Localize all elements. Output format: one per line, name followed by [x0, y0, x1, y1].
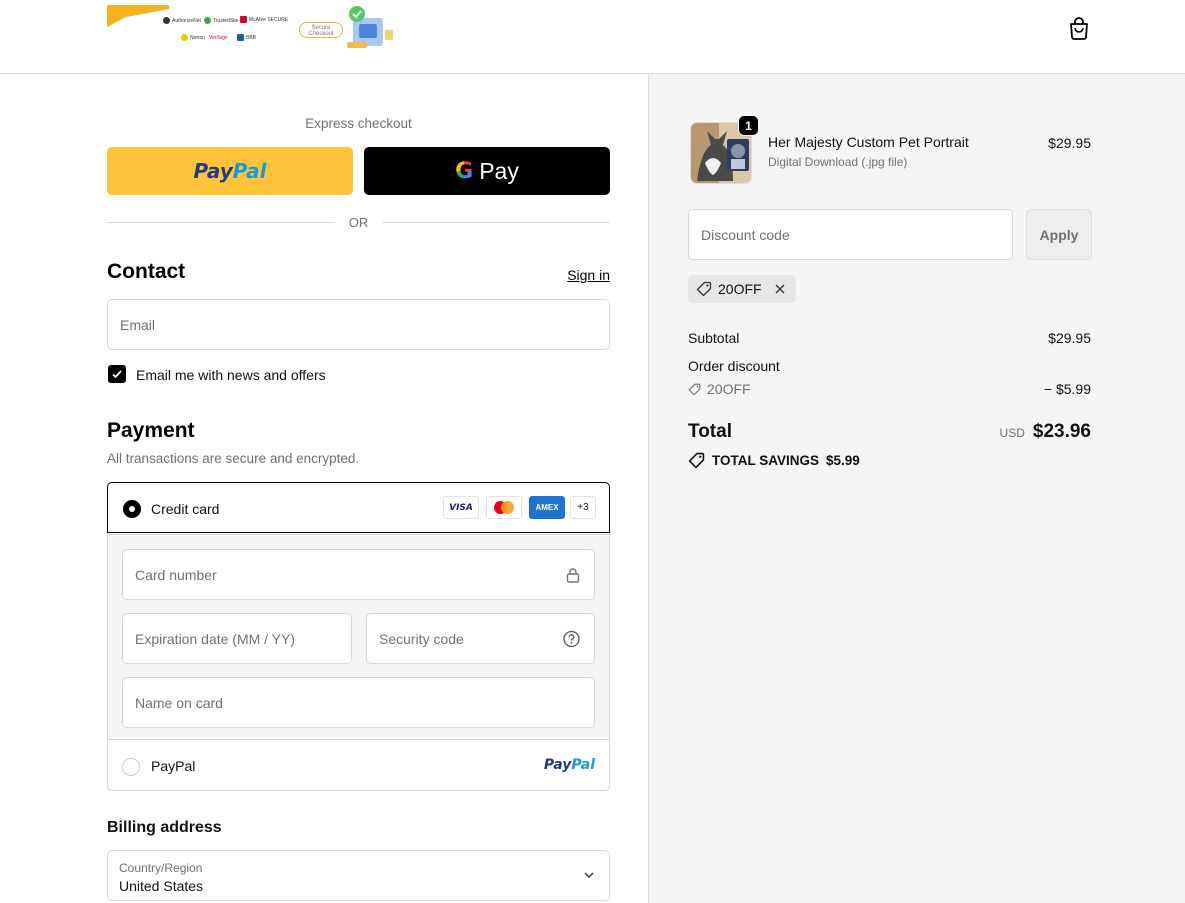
- logo-swoosh: [107, 5, 169, 27]
- product-price: $29.95: [1048, 135, 1091, 151]
- expiration-date-input[interactable]: [123, 614, 351, 663]
- discount-code-field[interactable]: [688, 209, 1013, 260]
- order-summary: 1 Her Majesty Custom Pet Portrait Digita…: [648, 74, 1185, 903]
- expiration-date-field[interactable]: [122, 613, 352, 664]
- more-cards-badge: +3: [570, 496, 596, 519]
- badge-trustedsite: TrustedSite: [202, 16, 240, 26]
- express-checkout-title: Express checkout: [305, 116, 412, 131]
- order-discount-label: Order discount: [688, 358, 780, 374]
- newsletter-checkbox[interactable]: [108, 365, 126, 383]
- product-variant: Digital Download (.jpg file): [768, 155, 908, 169]
- visa-icon: VISA: [443, 496, 479, 519]
- applied-code-label: 20OFF: [718, 281, 762, 297]
- google-pay-label: Pay: [479, 157, 519, 184]
- savings-value: $5.99: [826, 453, 860, 468]
- secure-checkout-badge: Secure Checkout: [299, 22, 343, 38]
- trust-badges-logo[interactable]: AuthorizeNet TrustedSite McAfee SECURE N…: [107, 4, 407, 56]
- badge-authorizenet: AuthorizeNet: [161, 16, 203, 26]
- applied-discount-chip: 20OFF: [688, 275, 796, 303]
- name-on-card-field[interactable]: [122, 677, 595, 728]
- paypal-logo-part2: Pal: [232, 159, 267, 183]
- country-value: United States: [119, 878, 204, 894]
- savings-tag-icon: [688, 452, 705, 469]
- total-value: $23.96: [1032, 421, 1091, 442]
- card-number-field[interactable]: [122, 549, 595, 600]
- order-discount-value: − $5.99: [1043, 381, 1091, 397]
- paypal-radio[interactable]: [122, 758, 140, 776]
- divider-line-right: [382, 222, 610, 223]
- checkmark-icon: [112, 370, 122, 379]
- discount-code-label: 20OFF: [707, 381, 751, 397]
- badge-mcafee: McAfee SECURE: [238, 15, 290, 25]
- header: AuthorizeNet TrustedSite McAfee SECURE N…: [0, 0, 1185, 74]
- savings-label: TOTAL SAVINGS: [712, 453, 820, 468]
- country-select[interactable]: Country/Region United States: [107, 850, 610, 901]
- card-number-input[interactable]: [123, 550, 594, 599]
- product-name: Her Majesty Custom Pet Portrait: [768, 134, 969, 150]
- question-circle-icon[interactable]: [563, 630, 580, 647]
- discount-code-input[interactable]: [689, 210, 1012, 259]
- paypal-logo-part1: Pay: [193, 159, 233, 183]
- name-on-card-input[interactable]: [123, 678, 594, 727]
- google-g-icon: G: [455, 158, 474, 184]
- tag-icon: [696, 281, 712, 297]
- secure-shield-icon: [347, 6, 393, 48]
- payment-subtitle: All transactions are secure and encrypte…: [107, 451, 360, 466]
- subtotal-value: $29.95: [1048, 330, 1091, 346]
- google-pay-button[interactable]: G Pay: [364, 147, 610, 195]
- payment-methods: Credit card VISA AMEX +3 Card number Exp…: [107, 482, 610, 791]
- or-divider: OR: [107, 213, 610, 233]
- amex-icon: AMEX: [529, 496, 565, 519]
- security-code-field[interactable]: [366, 613, 595, 664]
- payment-heading: Payment: [107, 419, 195, 442]
- paypal-express-button[interactable]: Pay Pal: [107, 147, 353, 195]
- order-discount-code: 20OFF: [688, 381, 751, 397]
- email-input[interactable]: [108, 300, 609, 349]
- quantity-badge: 1: [738, 115, 759, 136]
- email-field[interactable]: [107, 299, 610, 350]
- newsletter-label[interactable]: Email me with news and offers: [136, 367, 326, 383]
- checkout-form: Express checkout Pay Pal G Pay OR Contact …: [0, 74, 648, 903]
- paypal-option-label[interactable]: PayPal: [151, 758, 195, 774]
- sign-in-link[interactable]: Sign in: [540, 267, 610, 283]
- mastercard-icon: [486, 496, 522, 519]
- lock-icon: [566, 567, 580, 583]
- credit-card-label: Credit card: [151, 501, 220, 517]
- shopping-bag-icon[interactable]: [1068, 16, 1090, 40]
- remove-discount-close-icon[interactable]: [774, 283, 786, 295]
- badge-verisign: VeriSign: [209, 35, 228, 41]
- apply-discount-button[interactable]: Apply: [1026, 209, 1092, 260]
- country-label: Country/Region: [119, 861, 203, 875]
- total-amount: USD $23.96: [1000, 421, 1091, 443]
- security-code-input[interactable]: [367, 614, 594, 663]
- paypal-logo: PayPal: [543, 757, 595, 773]
- total-label: Total: [688, 421, 732, 442]
- badge-norton: Norton: [179, 33, 207, 43]
- currency-code: USD: [999, 426, 1025, 440]
- credit-card-option[interactable]: Credit card VISA AMEX +3: [107, 482, 610, 533]
- credit-card-radio[interactable]: [123, 500, 141, 518]
- tag-icon: [688, 383, 701, 395]
- contact-heading: Contact: [107, 260, 186, 283]
- billing-address-heading: Billing address: [107, 819, 222, 836]
- badge-bbb: BBB: [235, 33, 258, 43]
- chevron-down-icon: [584, 872, 594, 878]
- subtotal-label: Subtotal: [688, 330, 740, 346]
- or-label: OR: [348, 215, 369, 230]
- total-savings: TOTAL SAVINGS $5.99: [688, 452, 860, 469]
- card-details: [108, 534, 609, 740]
